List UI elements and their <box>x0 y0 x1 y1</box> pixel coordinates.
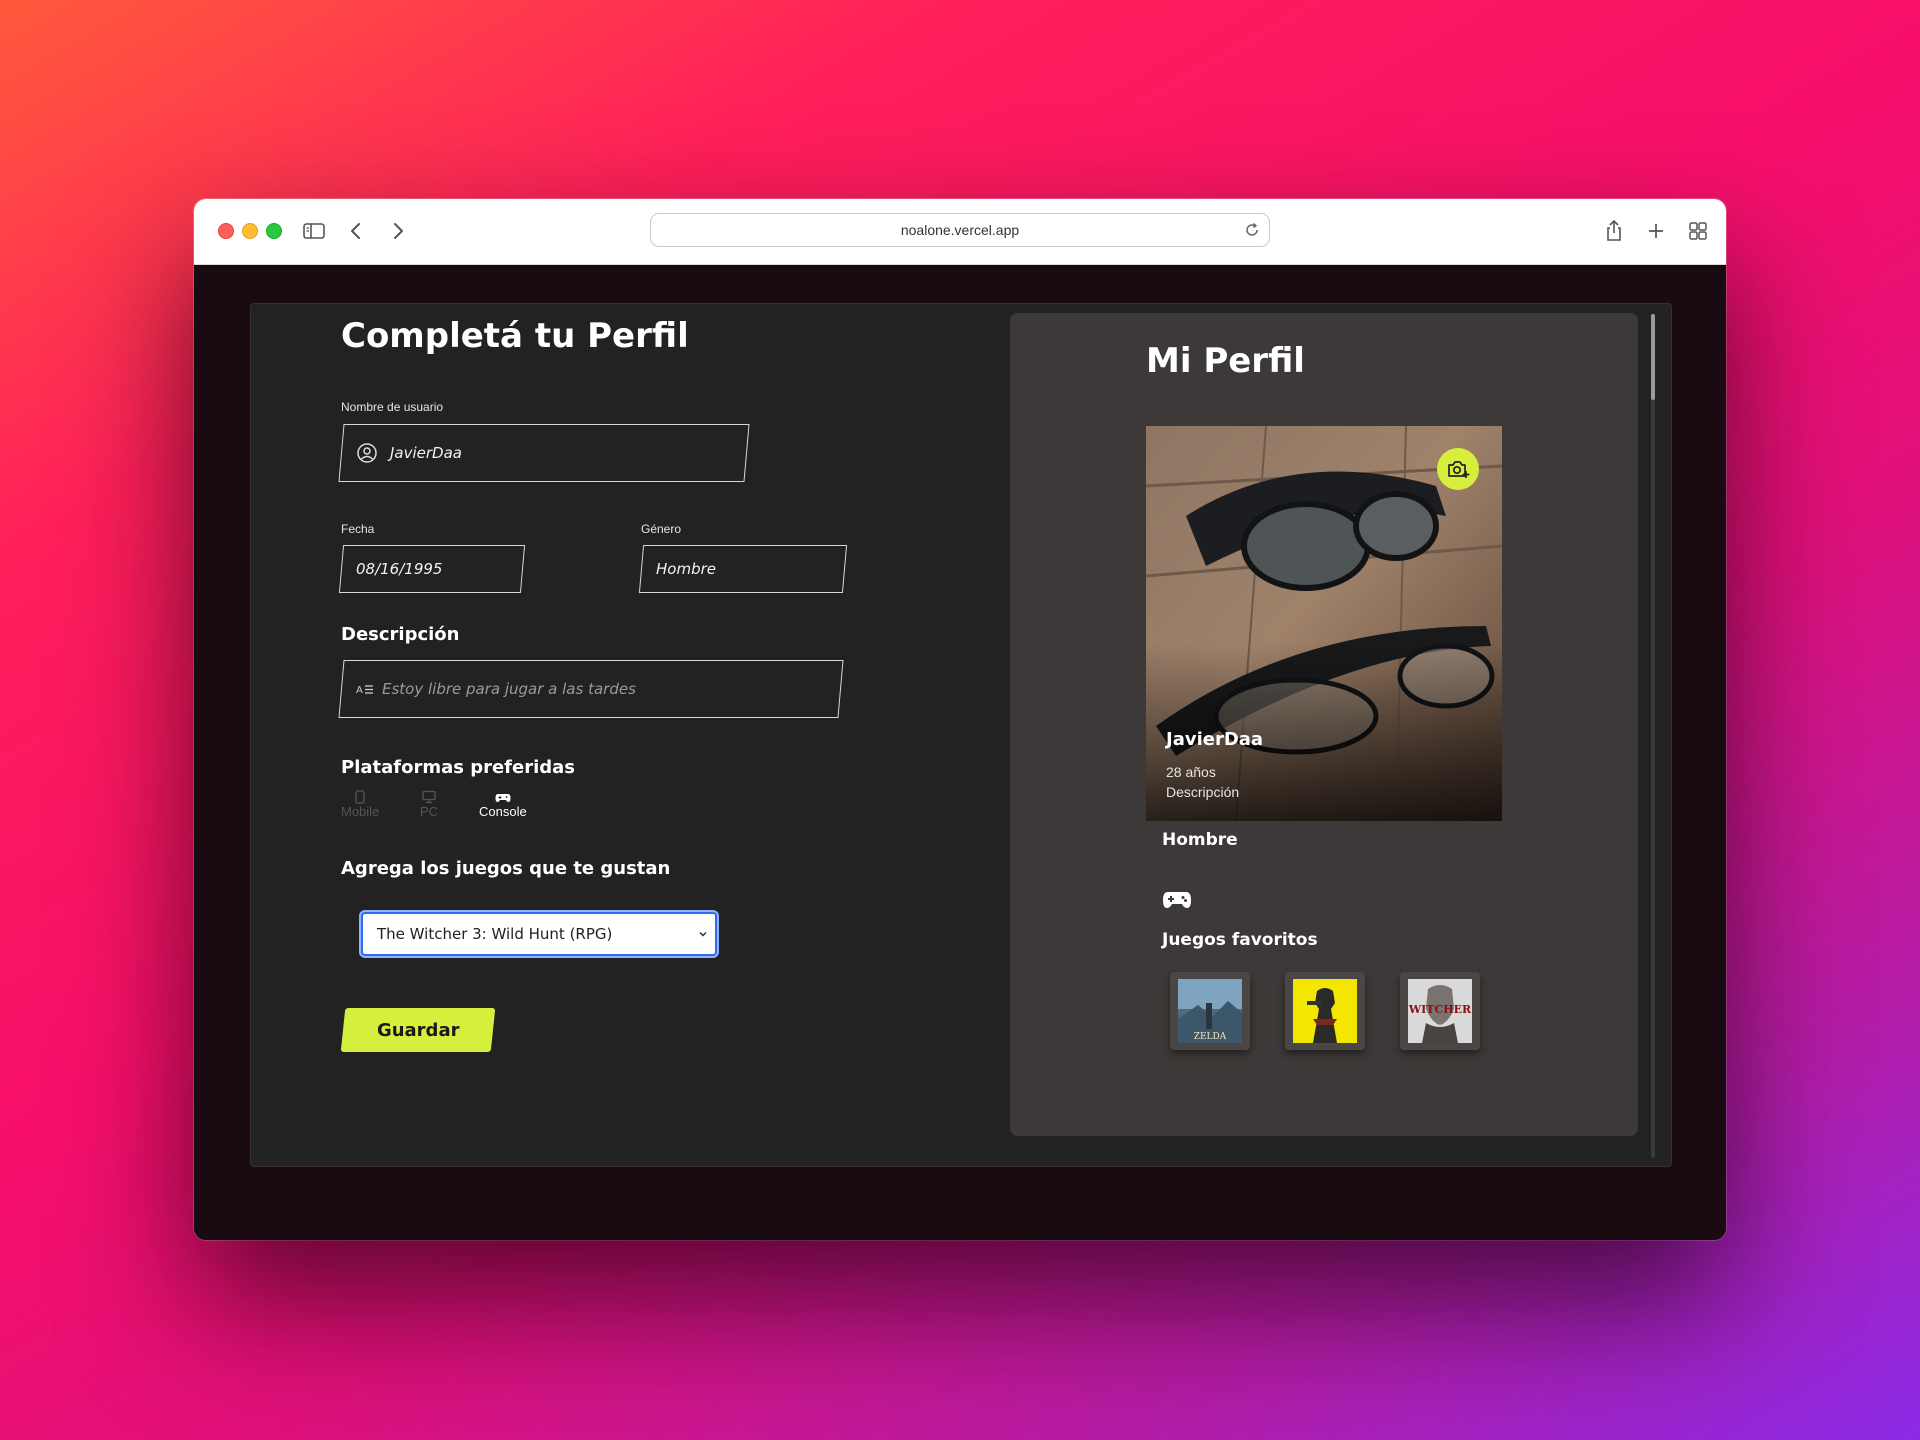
forward-icon[interactable] <box>382 215 414 247</box>
gender-value: Hombre <box>656 560 716 578</box>
maximize-window-button[interactable] <box>266 223 282 239</box>
profile-title: Mi Perfil <box>1146 341 1305 381</box>
cyberpunk-cover <box>1293 979 1357 1043</box>
gamepad-icon <box>495 794 511 802</box>
form-title: Completá tu Perfil <box>341 316 689 356</box>
minimize-window-button[interactable] <box>242 223 258 239</box>
username-value: JavierDaa <box>390 444 462 462</box>
change-photo-button[interactable] <box>1437 448 1479 490</box>
description-field[interactable]: A Estoy libre para jugar a las tardes <box>338 660 844 718</box>
camera-plus-icon <box>1448 461 1470 478</box>
profile-gender: Hombre <box>1162 830 1238 850</box>
gender-select[interactable]: Hombre <box>638 545 848 593</box>
games-label: Agrega los juegos que te gustan <box>341 858 671 879</box>
back-icon[interactable] <box>340 215 372 247</box>
date-field[interactable]: 08/16/1995 <box>338 545 526 593</box>
witcher-cover: WITCHER <box>1408 979 1472 1043</box>
platform-console[interactable]: Console <box>479 790 527 819</box>
page-content: Completá tu Perfil Nombre de usuario Jav… <box>194 265 1726 1240</box>
platform-console-label: Console <box>479 804 527 819</box>
username-label: Nombre de usuario <box>341 400 444 414</box>
svg-text:A: A <box>356 685 363 696</box>
description-label: Descripción <box>341 624 460 645</box>
reload-icon[interactable] <box>1243 221 1261 239</box>
chevron-down-icon <box>699 931 707 937</box>
platform-mobile-label: Mobile <box>341 804 380 819</box>
games-select[interactable]: The Witcher 3: Wild Hunt (RPG) <box>361 912 717 956</box>
zelda-cover: ZELDA <box>1178 979 1242 1043</box>
platform-pc[interactable]: PC <box>420 790 438 819</box>
user-icon <box>357 443 377 463</box>
sidebar-toggle-icon[interactable] <box>298 215 330 247</box>
date-value: 08/16/1995 <box>356 560 443 578</box>
browser-toolbar: noalone.vercel.app <box>194 199 1726 265</box>
mobile-icon <box>355 790 365 804</box>
favorite-game-zelda[interactable]: ZELDA <box>1170 972 1250 1050</box>
url-text: noalone.vercel.app <box>900 222 1020 238</box>
games-select-value: The Witcher 3: Wild Hunt (RPG) <box>377 925 613 943</box>
platform-mobile[interactable]: Mobile <box>341 790 379 819</box>
profile-username: JavierDaa <box>1166 729 1264 750</box>
gender-label: Género <box>641 522 682 536</box>
favorite-games-list: ZELDA WITCHER <box>1170 972 1490 1050</box>
profile-form: Completá tu Perfil Nombre de usuario Jav… <box>251 304 1005 1166</box>
address-bar[interactable]: noalone.vercel.app <box>650 213 1270 247</box>
favorite-game-cyberpunk[interactable] <box>1285 972 1365 1050</box>
text-lines-icon: A <box>356 685 373 696</box>
profile-card: JavierDaa 28 años Descripción Hombre Jue… <box>1146 426 1502 1058</box>
profile-age: 28 años <box>1166 764 1216 780</box>
platform-pc-label: PC <box>420 804 439 819</box>
username-field[interactable]: JavierDaa <box>338 424 750 482</box>
gamepad-icon <box>1163 892 1191 908</box>
witcher-cover-text: WITCHER <box>1408 1003 1472 1016</box>
date-label: Fecha <box>341 522 375 536</box>
monitor-icon <box>422 790 436 804</box>
save-button[interactable]: Guardar <box>340 1008 496 1052</box>
new-tab-icon[interactable] <box>1640 215 1672 247</box>
profile-preview: Mi Perfil JavierDaa 28 años Descripción … <box>1010 313 1638 1136</box>
close-window-button[interactable] <box>218 223 234 239</box>
share-icon[interactable] <box>1598 215 1630 247</box>
scrollbar-thumb[interactable] <box>1651 314 1655 400</box>
profile-photo: JavierDaa 28 años Descripción <box>1146 426 1502 821</box>
save-button-label: Guardar <box>376 1019 460 1041</box>
profile-description: Descripción <box>1166 784 1240 800</box>
profile-app: Completá tu Perfil Nombre de usuario Jav… <box>250 303 1672 1167</box>
zelda-cover-text: ZELDA <box>1194 1032 1227 1042</box>
platforms-label: Plataformas preferidas <box>341 757 576 778</box>
favorites-label: Juegos favoritos <box>1162 930 1318 950</box>
tab-overview-icon[interactable] <box>1682 215 1714 247</box>
description-placeholder: Estoy libre para jugar a las tardes <box>382 680 636 698</box>
page-scrollbar[interactable] <box>1651 314 1655 1158</box>
favorite-game-witcher[interactable]: WITCHER <box>1400 972 1480 1050</box>
browser-window: noalone.vercel.app Completá tu Perfil No… <box>194 199 1726 1240</box>
